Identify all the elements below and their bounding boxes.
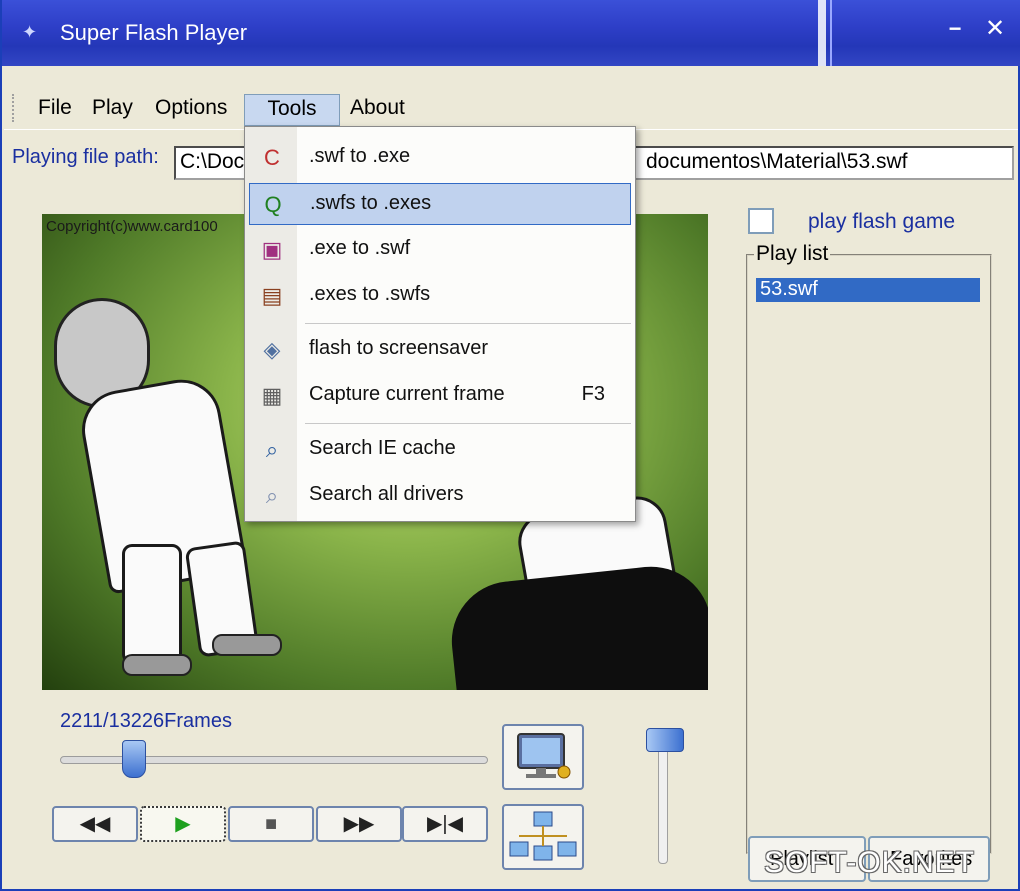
frames-counter: 2211/13226Frames [60, 710, 232, 732]
menu-separator [305, 423, 631, 424]
volume-thumb[interactable] [646, 728, 684, 752]
titlebar-divider-2 [830, 0, 832, 66]
menu-item-search-ie-cache[interactable]: ⌕ Search IE cache [249, 429, 631, 471]
next-frame-button[interactable]: ▶|◀ [402, 806, 488, 842]
menu-grip [12, 94, 16, 122]
app-icon: ✦ [22, 22, 38, 42]
menu-item-label: flash to screensaver [309, 337, 488, 359]
seek-thumb[interactable] [122, 740, 146, 778]
search-drivers-icon: ⌕ [265, 483, 279, 508]
fullscreen-button[interactable] [502, 724, 584, 790]
tools-dropdown-menu: C .swf to .exe Q .swfs to .exes ▣ .exe t… [244, 126, 636, 522]
fast-forward-button[interactable]: ▶▶ [316, 806, 402, 842]
play-icon: ▶ [175, 813, 191, 835]
stop-button[interactable]: ■ [228, 806, 314, 842]
menu-item-swfs-to-exes[interactable]: Q .swfs to .exes [249, 183, 631, 225]
titlebar-divider [818, 0, 826, 66]
rewind-button[interactable]: ◀◀ [52, 806, 138, 842]
title-bar[interactable]: ✦ Super Flash Player − ✕ [2, 0, 1020, 66]
close-button[interactable]: ✕ [980, 14, 1010, 44]
playing-path-label: Playing file path: [12, 146, 159, 168]
video-copyright: Copyright(c)www.card100 [46, 218, 218, 235]
menu-item-label: Search all drivers [309, 483, 464, 505]
menu-item-capture-frame[interactable]: ▦ Capture current frame F3 [249, 375, 631, 417]
menu-item-label: .exe to .swf [309, 237, 411, 259]
menu-separator [305, 323, 631, 324]
search-icon: ⌕ [265, 437, 279, 462]
menu-item-label: Capture current frame [309, 383, 505, 405]
rewind-icon: ◀◀ [79, 813, 111, 835]
playlist-legend: Play list [754, 242, 831, 266]
exe-to-swf-icon: ▣ [261, 237, 283, 262]
character-foot-left [122, 654, 192, 676]
stop-icon: ■ [264, 813, 278, 835]
path-value-left: C:\Doc [180, 150, 245, 173]
character2-pants [445, 560, 708, 690]
menu-item-label: .swf to .exe [309, 145, 411, 167]
volume-track[interactable] [658, 738, 668, 864]
app-window: ✦ Super Flash Player − ✕ File Play Optio… [0, 0, 1020, 891]
character-leg-left [122, 544, 182, 664]
menu-item-exes-to-swfs[interactable]: ▤ .exes to .swfs [249, 275, 631, 317]
window-title: Super Flash Player [60, 20, 248, 45]
menu-options[interactable]: Options [147, 94, 235, 126]
path-value-right: documentos\Material\53.swf [646, 150, 908, 173]
playlist-group [746, 254, 992, 854]
swfs-to-exes-icon: Q [264, 192, 282, 217]
menu-item-label: .exes to .swfs [309, 283, 431, 305]
play-flash-label: play flash game [808, 210, 956, 233]
network-button[interactable] [502, 804, 584, 870]
menu-bar: File Play Options Tools About [4, 88, 1018, 130]
capture-icon: ▦ [261, 383, 283, 408]
character-foot-right [212, 634, 282, 656]
next-frame-icon: ▶|◀ [427, 813, 463, 835]
exes-to-swfs-icon: ▤ [261, 283, 283, 308]
minimize-button[interactable]: − [940, 16, 970, 46]
menu-item-swf-to-exe[interactable]: C .swf to .exe [249, 137, 631, 179]
playlist-item[interactable]: 53.swf [756, 278, 980, 302]
menu-item-flash-to-screensaver[interactable]: ◈ flash to screensaver [249, 329, 631, 371]
menu-item-label: Search IE cache [309, 437, 456, 459]
menu-item-shortcut: F3 [581, 383, 605, 405]
watermark: SOFT-OK.NET [764, 846, 976, 879]
monitor-icon [517, 733, 571, 779]
screensaver-icon: ◈ [263, 337, 281, 362]
network-icon [509, 811, 577, 861]
menu-item-exe-to-swf[interactable]: ▣ .exe to .swf [249, 229, 631, 271]
menu-tools[interactable]: Tools [244, 94, 340, 126]
menu-item-label: .swfs to .exes [310, 192, 432, 214]
swf-to-exe-icon: C [264, 145, 280, 170]
menu-about[interactable]: About [342, 94, 413, 126]
menu-file[interactable]: File [30, 94, 80, 126]
menu-item-search-all-drivers[interactable]: ⌕ Search all drivers [249, 475, 631, 517]
menu-play[interactable]: Play [84, 94, 141, 126]
play-button[interactable]: ▶ [140, 806, 226, 842]
play-flash-checkbox[interactable] [748, 208, 774, 234]
fast-forward-icon: ▶▶ [343, 813, 375, 835]
